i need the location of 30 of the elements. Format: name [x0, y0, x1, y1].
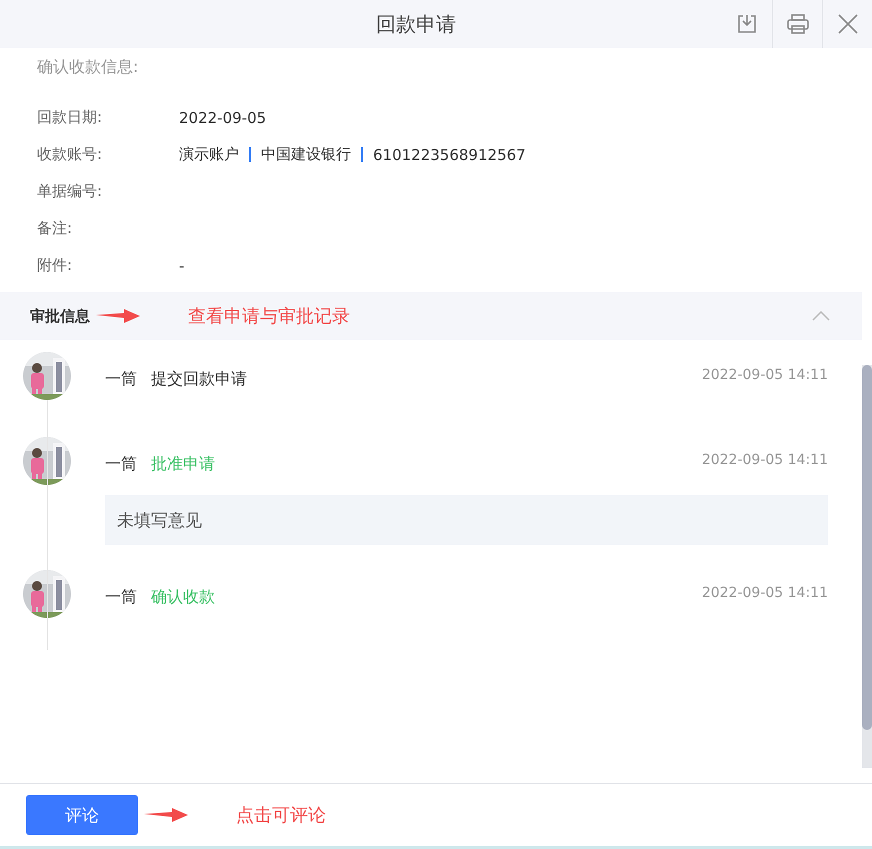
- user-name: 一筒: [105, 587, 137, 608]
- comment-button[interactable]: 评论: [26, 795, 138, 835]
- field-label: 备注:: [37, 219, 74, 238]
- field-label: 附件:: [37, 256, 74, 275]
- scrollbar[interactable]: [862, 365, 872, 768]
- window-title: 回款申请: [375, 10, 457, 38]
- field-label: 收款账号:: [37, 145, 104, 164]
- field-value: 6101223568912567: [373, 146, 526, 164]
- field-value: 中国建设银行: [261, 145, 351, 164]
- field-value: 演示账户: [179, 145, 239, 164]
- chevron-up-icon[interactable]: [812, 311, 830, 321]
- action-text: 批准申请: [151, 454, 215, 475]
- annotation-text: 点击可评论: [236, 804, 326, 827]
- timestamp: 2022-09-05 14:11: [702, 451, 828, 468]
- arrow-annotation: [144, 808, 188, 822]
- timestamp: 2022-09-05 14:11: [702, 584, 828, 601]
- comment-text: 未填写意见: [105, 495, 828, 545]
- field-label: 单据编号:: [37, 182, 104, 201]
- annotation-text: 查看申请与审批记录: [188, 305, 350, 328]
- arrow-annotation: [96, 309, 140, 323]
- field-value: -: [179, 256, 184, 274]
- section-heading: 确认收款信息:: [36, 56, 140, 78]
- user-name: 一筒: [105, 369, 137, 390]
- action-text: 确认收款: [151, 587, 215, 608]
- field-label: 回款日期:: [37, 108, 104, 127]
- field-value: 2022-09-05: [179, 108, 266, 126]
- user-name: 一筒: [105, 454, 137, 475]
- timestamp: 2022-09-05 14:11: [702, 366, 828, 383]
- action-text: 提交回款申请: [151, 369, 247, 390]
- section-title: 审批信息: [30, 306, 90, 326]
